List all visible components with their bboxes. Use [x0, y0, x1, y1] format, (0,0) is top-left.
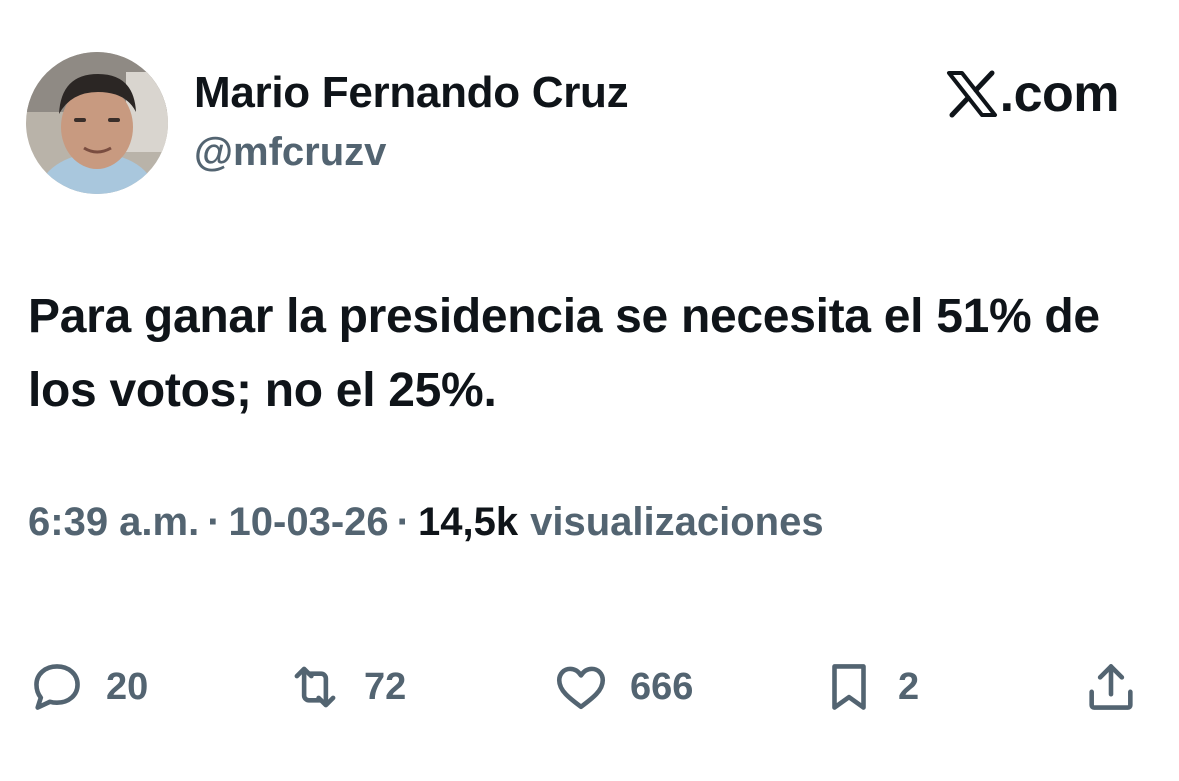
bookmark-icon	[832, 664, 866, 710]
brand-domain-text: .com	[999, 65, 1120, 123]
brand-logo: .com	[946, 65, 1120, 123]
views-label[interactable]: visualizaciones	[530, 500, 823, 545]
author-handle[interactable]: @mfcruzv	[194, 130, 386, 175]
retweet-icon	[294, 666, 336, 708]
tweet-date[interactable]: 10-03-26	[229, 500, 389, 545]
share-icon	[1089, 664, 1133, 710]
views-count[interactable]: 14,5k	[418, 500, 518, 545]
tweet-meta: 6:39 a.m. · 10-03-26 · 14,5k visualizaci…	[28, 500, 824, 545]
x-logo-icon	[946, 70, 997, 118]
action-bar: 20 72 666 2	[0, 650, 1179, 720]
tweet-text: Para ganar la presidencia se necesita el…	[28, 290, 1100, 417]
reply-button[interactable]: 20	[28, 658, 148, 716]
bookmark-count: 2	[898, 665, 920, 708]
heart-icon	[556, 666, 606, 710]
author-display-name[interactable]: Mario Fernando Cruz	[194, 68, 629, 118]
reply-icon	[34, 664, 80, 710]
tweet-time[interactable]: 6:39 a.m.	[28, 500, 199, 545]
avatar-photo	[26, 52, 168, 194]
reply-count: 20	[106, 665, 149, 708]
meta-separator: ·	[396, 500, 410, 544]
avatar[interactable]	[26, 52, 168, 194]
retweet-button[interactable]: 72	[286, 658, 406, 716]
share-button[interactable]	[1082, 658, 1140, 716]
bookmark-button[interactable]: 2	[820, 658, 919, 716]
meta-separator: ·	[207, 500, 221, 544]
like-button[interactable]: 666	[552, 658, 693, 716]
retweet-count: 72	[364, 665, 407, 708]
tweet-card: Mario Fernando Cruz @mfcruzv .com Para g…	[0, 0, 1179, 781]
like-count: 666	[630, 665, 694, 708]
